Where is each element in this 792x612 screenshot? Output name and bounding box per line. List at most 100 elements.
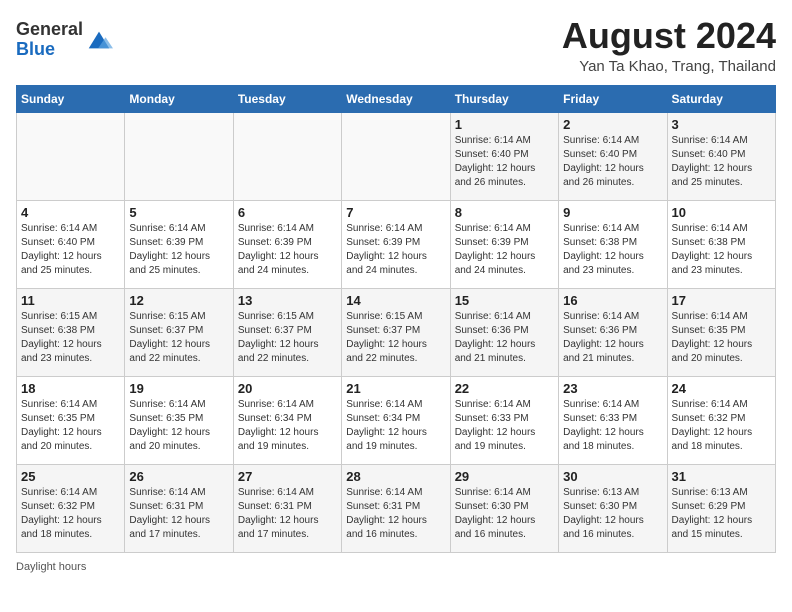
calendar-cell: 27 Sunrise: 6:14 AM Sunset: 6:31 PM Dayli… bbox=[233, 464, 341, 552]
day-info: Sunrise: 6:14 AM Sunset: 6:40 PM Dayligh… bbox=[563, 134, 662, 190]
weekday-header-wednesday: Wednesday bbox=[342, 85, 450, 112]
day-info: Sunrise: 6:14 AM Sunset: 6:36 PM Dayligh… bbox=[455, 310, 554, 366]
day-info: Sunrise: 6:13 AM Sunset: 6:30 PM Dayligh… bbox=[563, 486, 662, 542]
day-number: 30 bbox=[563, 469, 662, 484]
day-info: Sunrise: 6:15 AM Sunset: 6:37 PM Dayligh… bbox=[238, 310, 337, 366]
calendar-cell: 22 Sunrise: 6:14 AM Sunset: 6:33 PM Dayli… bbox=[450, 376, 558, 464]
calendar-cell: 10 Sunrise: 6:14 AM Sunset: 6:38 PM Dayli… bbox=[667, 200, 775, 288]
day-number: 13 bbox=[238, 293, 337, 308]
calendar-cell: 6 Sunrise: 6:14 AM Sunset: 6:39 PM Daylig… bbox=[233, 200, 341, 288]
calendar-cell: 23Sunrise: 6:14 AM Sunset: 6:33 PM Dayli… bbox=[559, 376, 667, 464]
weekday-header-sunday: Sunday bbox=[17, 85, 125, 112]
day-number: 14 bbox=[346, 293, 445, 308]
day-info: Sunrise: 6:14 AM Sunset: 6:33 PM Dayligh… bbox=[455, 398, 554, 454]
calendar-cell bbox=[233, 112, 341, 200]
calendar-week-5: 25Sunrise: 6:14 AM Sunset: 6:32 PM Dayli… bbox=[17, 464, 776, 552]
day-info: Sunrise: 6:14 AM Sunset: 6:34 PM Dayligh… bbox=[346, 398, 445, 454]
day-number: 29 bbox=[455, 469, 554, 484]
day-info: Sunrise: 6:14 AM Sunset: 6:39 PM Dayligh… bbox=[129, 222, 228, 278]
weekday-header-saturday: Saturday bbox=[667, 85, 775, 112]
logo-icon bbox=[85, 26, 113, 54]
day-info: Sunrise: 6:14 AM Sunset: 6:40 PM Dayligh… bbox=[672, 134, 771, 190]
day-info: Sunrise: 6:14 AM Sunset: 6:32 PM Dayligh… bbox=[672, 398, 771, 454]
calendar-cell: 19Sunrise: 6:14 AM Sunset: 6:35 PM Dayli… bbox=[125, 376, 233, 464]
day-info: Sunrise: 6:14 AM Sunset: 6:31 PM Dayligh… bbox=[346, 486, 445, 542]
day-number: 26 bbox=[129, 469, 228, 484]
day-number: 20 bbox=[238, 381, 337, 396]
day-number: 15 bbox=[455, 293, 554, 308]
calendar-cell: 16Sunrise: 6:14 AM Sunset: 6:36 PM Dayli… bbox=[559, 288, 667, 376]
day-number: 9 bbox=[563, 205, 662, 220]
day-info: Sunrise: 6:14 AM Sunset: 6:30 PM Dayligh… bbox=[455, 486, 554, 542]
calendar-cell: 29 Sunrise: 6:14 AM Sunset: 6:30 PM Dayli… bbox=[450, 464, 558, 552]
day-number: 18 bbox=[21, 381, 120, 396]
day-info: Sunrise: 6:13 AM Sunset: 6:29 PM Dayligh… bbox=[672, 486, 771, 542]
day-info: Sunrise: 6:14 AM Sunset: 6:39 PM Dayligh… bbox=[238, 222, 337, 278]
day-info: Sunrise: 6:14 AM Sunset: 6:33 PM Dayligh… bbox=[563, 398, 662, 454]
day-number: 2 bbox=[563, 117, 662, 132]
day-number: 5 bbox=[129, 205, 228, 220]
calendar-cell: 5 Sunrise: 6:14 AM Sunset: 6:39 PM Daylig… bbox=[125, 200, 233, 288]
day-number: 4 bbox=[21, 205, 120, 220]
calendar-cell: 4 Sunrise: 6:14 AM Sunset: 6:40 PM Daylig… bbox=[17, 200, 125, 288]
weekday-header-monday: Monday bbox=[125, 85, 233, 112]
calendar-cell: 3 Sunrise: 6:14 AM Sunset: 6:40 PM Daylig… bbox=[667, 112, 775, 200]
logo-general-text: General bbox=[16, 19, 83, 39]
logo: General Blue bbox=[16, 20, 113, 60]
day-number: 10 bbox=[672, 205, 771, 220]
weekday-header-tuesday: Tuesday bbox=[233, 85, 341, 112]
calendar-cell: 15 Sunrise: 6:14 AM Sunset: 6:36 PM Dayli… bbox=[450, 288, 558, 376]
calendar-cell: 1 Sunrise: 6:14 AM Sunset: 6:40 PM Daylig… bbox=[450, 112, 558, 200]
day-number: 7 bbox=[346, 205, 445, 220]
calendar-week-3: 11 Sunrise: 6:15 AM Sunset: 6:38 PM Dayli… bbox=[17, 288, 776, 376]
title-area: August 2024 Yan Ta Khao, Trang, Thailand bbox=[562, 16, 776, 75]
calendar-week-2: 4 Sunrise: 6:14 AM Sunset: 6:40 PM Daylig… bbox=[17, 200, 776, 288]
day-info: Sunrise: 6:14 AM Sunset: 6:40 PM Dayligh… bbox=[455, 134, 554, 190]
calendar-cell: 7 Sunrise: 6:14 AM Sunset: 6:39 PM Daylig… bbox=[342, 200, 450, 288]
day-number: 1 bbox=[455, 117, 554, 132]
day-info: Sunrise: 6:14 AM Sunset: 6:40 PM Dayligh… bbox=[21, 222, 120, 278]
day-number: 3 bbox=[672, 117, 771, 132]
day-number: 8 bbox=[455, 205, 554, 220]
day-info: Sunrise: 6:14 AM Sunset: 6:39 PM Dayligh… bbox=[346, 222, 445, 278]
day-number: 22 bbox=[455, 381, 554, 396]
calendar-cell: 13 Sunrise: 6:15 AM Sunset: 6:37 PM Dayli… bbox=[233, 288, 341, 376]
calendar-cell: 12Sunrise: 6:15 AM Sunset: 6:37 PM Dayli… bbox=[125, 288, 233, 376]
day-info: Sunrise: 6:14 AM Sunset: 6:38 PM Dayligh… bbox=[563, 222, 662, 278]
weekday-header-row: SundayMondayTuesdayWednesdayThursdayFrid… bbox=[17, 85, 776, 112]
day-number: 25 bbox=[21, 469, 120, 484]
day-info: Sunrise: 6:14 AM Sunset: 6:34 PM Dayligh… bbox=[238, 398, 337, 454]
weekday-header-friday: Friday bbox=[559, 85, 667, 112]
day-info: Sunrise: 6:15 AM Sunset: 6:37 PM Dayligh… bbox=[129, 310, 228, 366]
weekday-header-thursday: Thursday bbox=[450, 85, 558, 112]
day-info: Sunrise: 6:14 AM Sunset: 6:35 PM Dayligh… bbox=[21, 398, 120, 454]
day-info: Sunrise: 6:14 AM Sunset: 6:31 PM Dayligh… bbox=[238, 486, 337, 542]
location: Yan Ta Khao, Trang, Thailand bbox=[562, 58, 776, 75]
calendar-cell: 26Sunrise: 6:14 AM Sunset: 6:31 PM Dayli… bbox=[125, 464, 233, 552]
calendar-cell: 24Sunrise: 6:14 AM Sunset: 6:32 PM Dayli… bbox=[667, 376, 775, 464]
header: General Blue August 2024 Yan Ta Khao, Tr… bbox=[16, 16, 776, 75]
logo-blue-text: Blue bbox=[16, 39, 55, 59]
day-info: Sunrise: 6:14 AM Sunset: 6:38 PM Dayligh… bbox=[672, 222, 771, 278]
calendar-cell bbox=[125, 112, 233, 200]
day-number: 28 bbox=[346, 469, 445, 484]
calendar-cell: 21 Sunrise: 6:14 AM Sunset: 6:34 PM Dayli… bbox=[342, 376, 450, 464]
day-number: 11 bbox=[21, 293, 120, 308]
day-info: Sunrise: 6:15 AM Sunset: 6:37 PM Dayligh… bbox=[346, 310, 445, 366]
day-number: 21 bbox=[346, 381, 445, 396]
calendar-cell: 30 Sunrise: 6:13 AM Sunset: 6:30 PM Dayli… bbox=[559, 464, 667, 552]
calendar-cell: 25Sunrise: 6:14 AM Sunset: 6:32 PM Dayli… bbox=[17, 464, 125, 552]
calendar-week-1: 1 Sunrise: 6:14 AM Sunset: 6:40 PM Daylig… bbox=[17, 112, 776, 200]
day-info: Sunrise: 6:15 AM Sunset: 6:38 PM Dayligh… bbox=[21, 310, 120, 366]
day-number: 27 bbox=[238, 469, 337, 484]
day-info: Sunrise: 6:14 AM Sunset: 6:39 PM Dayligh… bbox=[455, 222, 554, 278]
calendar-cell: 18 Sunrise: 6:14 AM Sunset: 6:35 PM Dayli… bbox=[17, 376, 125, 464]
day-number: 6 bbox=[238, 205, 337, 220]
calendar-cell: 28 Sunrise: 6:14 AM Sunset: 6:31 PM Dayli… bbox=[342, 464, 450, 552]
month-year: August 2024 bbox=[562, 16, 776, 56]
calendar-cell: 8 Sunrise: 6:14 AM Sunset: 6:39 PM Daylig… bbox=[450, 200, 558, 288]
calendar-table: SundayMondayTuesdayWednesdayThursdayFrid… bbox=[16, 85, 776, 553]
calendar-cell: 9 Sunrise: 6:14 AM Sunset: 6:38 PM Daylig… bbox=[559, 200, 667, 288]
day-number: 31 bbox=[672, 469, 771, 484]
calendar-cell: 2 Sunrise: 6:14 AM Sunset: 6:40 PM Daylig… bbox=[559, 112, 667, 200]
